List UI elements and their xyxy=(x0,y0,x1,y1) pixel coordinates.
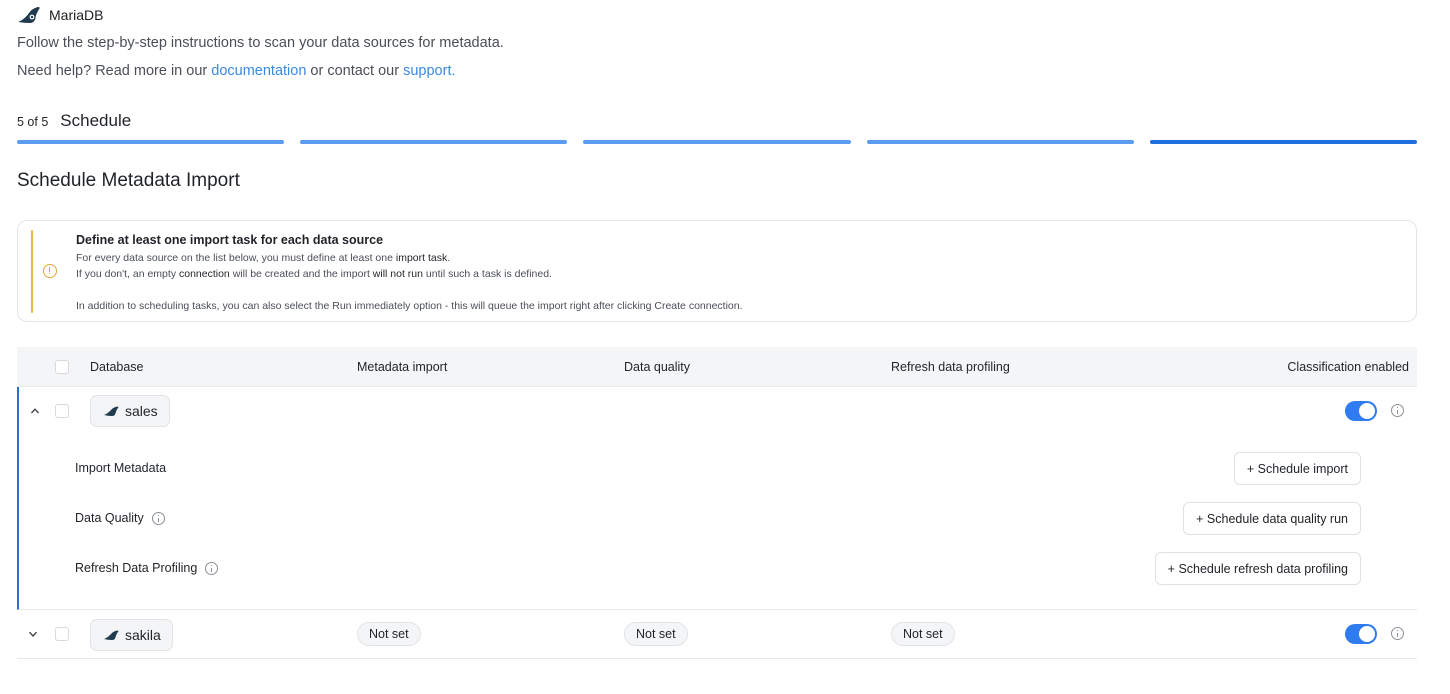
section-title: Schedule Metadata Import xyxy=(17,170,240,191)
select-all-checkbox[interactable] xyxy=(55,360,69,374)
column-database: Database xyxy=(90,360,144,374)
support-link[interactable]: support. xyxy=(403,63,455,79)
column-refresh-data-profiling: Refresh data profiling xyxy=(891,360,1010,374)
schedule-refresh-profiling-button[interactable]: + Schedule refresh data profiling xyxy=(1154,552,1361,585)
help-middle: or contact our xyxy=(306,63,404,79)
documentation-link[interactable]: documentation xyxy=(211,63,306,79)
mariadb-seal-icon xyxy=(18,6,40,23)
column-classification-enabled: Classification enabled xyxy=(1287,360,1409,374)
mariadb-seal-icon xyxy=(104,406,119,416)
help-text: Need help? Read more in our documentatio… xyxy=(17,63,456,79)
progress-segment-3 xyxy=(583,140,851,144)
notice-line-3: In addition to scheduling tasks, you can… xyxy=(76,300,743,312)
refresh-profiling-status: Not set xyxy=(891,622,955,646)
row-checkbox-sales[interactable] xyxy=(55,404,69,418)
row-checkbox-sakila[interactable] xyxy=(55,627,69,641)
task-label-import-metadata: Import Metadata xyxy=(75,461,167,475)
info-icon[interactable] xyxy=(151,511,165,525)
progress-segment-1 xyxy=(17,140,285,144)
classification-toggle-sales[interactable] xyxy=(1345,401,1377,421)
progress-segment-5 xyxy=(1149,140,1418,144)
table-row-sakila: sakila Not set Not set Not set xyxy=(17,610,1417,659)
info-icon[interactable] xyxy=(205,561,219,575)
progress-segment-4 xyxy=(866,140,1134,144)
mariadb-seal-icon xyxy=(104,630,119,640)
db-chip-sakila: sakila xyxy=(90,619,173,651)
warning-clock-icon xyxy=(43,264,57,278)
data-quality-status: Not set xyxy=(624,622,688,646)
db-name-sakila: sakila xyxy=(125,627,161,643)
metadata-import-status: Not set xyxy=(357,622,421,646)
notice-line-1: For every data source on the list below,… xyxy=(76,252,451,264)
column-data-quality: Data quality xyxy=(624,360,691,374)
task-label-refresh-data-profiling: Refresh Data Profiling xyxy=(75,561,219,575)
intro-text: Follow the step-by-step instructions to … xyxy=(17,35,504,51)
notice-title: Define at least one import task for each… xyxy=(76,233,384,247)
info-icon[interactable] xyxy=(1391,404,1404,417)
table-row-sales: sales Import Metadata + Schedule import … xyxy=(17,387,1417,610)
classification-toggle-sakila[interactable] xyxy=(1345,624,1377,644)
step-indicator: 5 of 5 Schedule xyxy=(17,111,131,131)
notice-accent-bar xyxy=(31,230,33,313)
import-task-notice: Define at least one import task for each… xyxy=(17,220,1417,322)
column-metadata-import: Metadata import xyxy=(357,360,448,374)
step-count: 5 of 5 xyxy=(17,115,49,129)
info-icon[interactable] xyxy=(1391,627,1404,640)
schedule-import-button[interactable]: + Schedule import xyxy=(1233,452,1361,485)
table-header: Database Metadata import Data quality Re… xyxy=(17,347,1417,387)
help-prefix: Need help? Read more in our xyxy=(17,63,212,79)
brand-name: MariaDB xyxy=(49,7,104,23)
task-label-data-quality: Data Quality xyxy=(75,511,165,525)
chevron-down-icon[interactable] xyxy=(28,629,38,639)
step-progress-bar xyxy=(17,140,1418,144)
db-name-sales: sales xyxy=(125,403,158,419)
schedule-data-quality-button[interactable]: + Schedule data quality run xyxy=(1183,502,1361,535)
progress-segment-2 xyxy=(300,140,568,144)
db-chip-sales: sales xyxy=(90,395,170,427)
notice-line-2: If you don't, an empty connection will b… xyxy=(76,268,552,280)
step-title: Schedule xyxy=(60,111,132,130)
chevron-up-icon[interactable] xyxy=(30,406,40,416)
brand-header: MariaDB xyxy=(17,5,103,25)
